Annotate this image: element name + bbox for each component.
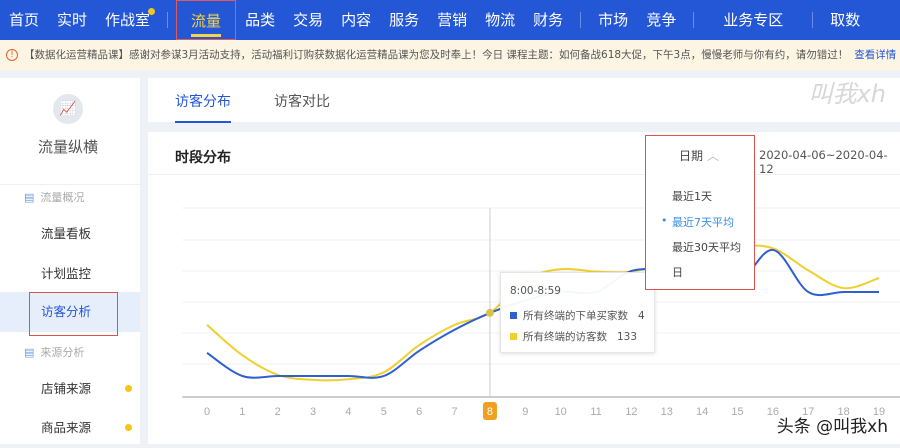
tab-visitor-distribution[interactable]: 访客分布 <box>175 91 231 123</box>
option-day[interactable]: 日 <box>672 264 683 280</box>
nav-item[interactable]: 市场 <box>589 0 637 40</box>
nav-item[interactable]: 财务 <box>524 0 572 40</box>
sidebar: 📈 流量纵横 ▤ 流量概况 流量看板 计划监控 访客分析 ▤ 来源分析 店铺来源 商… <box>0 78 140 444</box>
new-dot <box>125 424 132 431</box>
watermark: 叫我xh <box>808 80 886 108</box>
folder-icon: ▤ <box>24 346 35 359</box>
x-tick-label: 15 <box>731 406 743 418</box>
x-tick-label: 13 <box>661 406 673 418</box>
tab-bar: 访客分布 访客对比 <box>148 78 900 123</box>
nav-item[interactable]: 业务专区 <box>714 0 792 40</box>
nav-separator <box>580 12 582 28</box>
nav-item[interactable]: 作战室 <box>96 0 159 40</box>
tooltip-time: 8:00-8:59 <box>510 285 561 297</box>
sidebar-title: 流量纵横 <box>37 138 98 156</box>
top-nav: 首页 实时 作战室 流量 品类 交易 内容 服务 营销 物流 财务 市场 竞争 业务专区 取数 <box>0 0 900 40</box>
sidebar-item-traffic-board[interactable]: 流量看板 <box>0 214 140 254</box>
date-label: 日期 <box>679 149 704 163</box>
divider <box>0 184 140 185</box>
group-label: 来源分析 <box>40 346 85 359</box>
date-dropdown[interactable]: 日期︿ 最近1天 最近7天平均 最近30天平均 日 <box>645 135 755 290</box>
tooltip-value: 133 <box>617 331 638 343</box>
x-tick-label: 4 <box>345 406 351 418</box>
traffic-chart-icon: 📈 <box>53 94 83 124</box>
legend-swatch <box>510 312 517 319</box>
notice-bar: ! 【数据化运营精品课】感谢对参谋3月活动支持，活动福利订购获数据化运营精品课为您… <box>0 40 900 70</box>
x-tick-label: 6 <box>416 406 422 418</box>
x-tick-label: 5 <box>381 406 387 418</box>
nav-item[interactable]: 品类 <box>236 0 284 40</box>
nav-separator <box>812 12 814 28</box>
sidebar-item-store-source[interactable]: 店铺来源 <box>0 369 140 409</box>
sidebar-item-plan-monitor[interactable]: 计划监控 <box>0 254 140 294</box>
nav-separator <box>693 12 695 28</box>
tooltip-label: 所有终端的访客数 <box>523 331 607 343</box>
new-dot <box>125 385 132 392</box>
panel-title: 时段分布 <box>175 150 231 166</box>
x-tick-label: 10 <box>555 406 567 418</box>
nav-item[interactable]: 实时 <box>48 0 96 40</box>
folder-icon: ▤ <box>24 191 35 204</box>
chevron-up-icon: ︿ <box>707 149 720 163</box>
watermark: 头条 @叫我xh <box>776 417 888 437</box>
x-tick-label: 11 <box>590 406 601 418</box>
chart-tooltip: 8:00-8:59 所有终端的下单买家数 4 所有终端的访客数 133 <box>500 272 655 353</box>
nav-item[interactable]: 交易 <box>284 0 332 40</box>
x-tick-label: 8 <box>487 406 493 418</box>
nav-item[interactable]: 营销 <box>428 0 476 40</box>
nav-item[interactable]: 物流 <box>476 0 524 40</box>
group-label: 流量概况 <box>40 191 85 204</box>
x-tick-label: 2 <box>275 406 281 418</box>
warning-icon: ! <box>6 49 18 61</box>
nav-item[interactable]: 内容 <box>332 0 380 40</box>
tooltip-row-visitors: 所有终端的访客数 133 <box>510 329 637 344</box>
sidebar-item-product-source[interactable]: 商品来源 <box>0 408 140 448</box>
tooltip-row-buyers: 所有终端的下单买家数 4 <box>510 308 645 323</box>
x-tick-label: 12 <box>625 406 637 418</box>
hover-point <box>485 308 494 317</box>
option-last-1-day[interactable]: 最近1天 <box>672 188 712 204</box>
item-label: 流量看板 <box>41 226 92 241</box>
option-last-7-days-avg[interactable]: 最近7天平均 <box>661 214 734 230</box>
sidebar-item-visitor-analysis[interactable]: 访客分析 <box>0 292 140 336</box>
x-tick-label: 1 <box>239 406 245 418</box>
tooltip-value: 4 <box>638 310 645 322</box>
x-tick-label: 9 <box>522 406 528 418</box>
date-select[interactable]: 日期 ︿ <box>679 147 719 164</box>
item-label: 商品来源 <box>41 420 92 435</box>
nav-item[interactable]: 首页 <box>0 0 48 40</box>
x-tick-label: 7 <box>452 406 458 418</box>
notice-text: 【数据化运营精品课】感谢对参谋3月活动支持，活动福利订购获数据化运营精品课为您及… <box>24 49 849 61</box>
legend-swatch <box>510 333 517 340</box>
nav-separator <box>167 12 169 28</box>
x-tick-label: 0 <box>204 406 210 418</box>
nav-item[interactable]: 取数 <box>821 0 869 40</box>
nav-item[interactable]: 流量 <box>176 0 237 40</box>
highlight-box <box>29 292 118 336</box>
sidebar-group-source: ▤ 来源分析 <box>24 344 84 360</box>
sidebar-group-overview: ▤ 流量概况 <box>24 189 84 205</box>
option-last-30-days-avg[interactable]: 最近30天平均 <box>672 239 741 255</box>
tooltip-label: 所有终端的下单买家数 <box>523 310 628 322</box>
notice-link[interactable]: 查看详情 <box>854 49 896 61</box>
nav-item[interactable]: 服务 <box>380 0 428 40</box>
tab-visitor-compare[interactable]: 访客对比 <box>274 91 330 111</box>
notification-dot <box>148 8 156 15</box>
date-range: 2020-04-06~2020-04-12 <box>759 148 888 176</box>
item-label: 计划监控 <box>41 266 92 281</box>
x-tick-label: 14 <box>696 406 708 418</box>
item-label: 店铺来源 <box>41 381 92 396</box>
x-tick-label: 3 <box>310 406 316 418</box>
nav-item[interactable]: 竞争 <box>637 0 685 40</box>
